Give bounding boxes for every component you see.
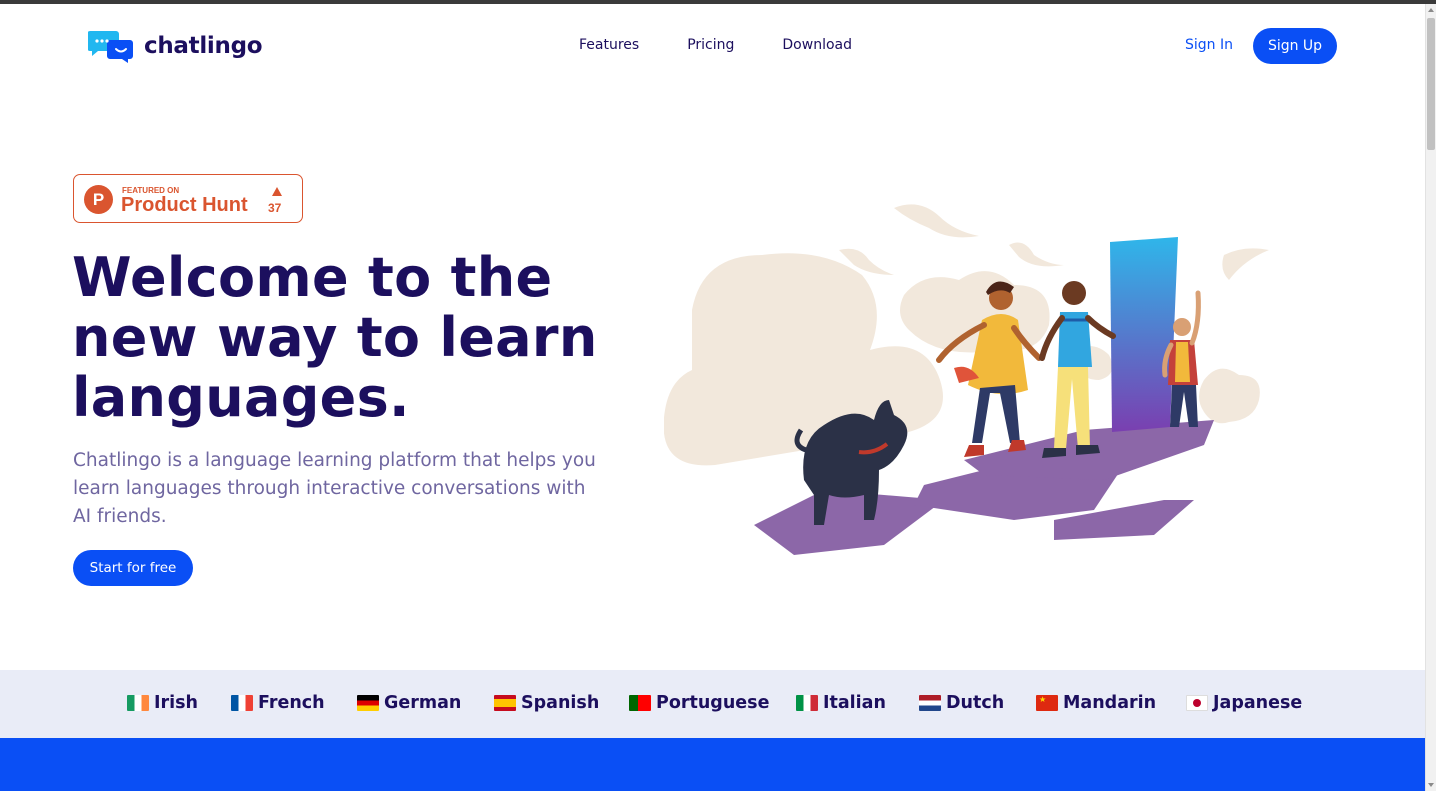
- flag-germany-icon: [357, 695, 379, 711]
- main-nav: Features Pricing Download: [579, 37, 852, 53]
- scroll-up-arrow-icon[interactable]: [1428, 8, 1434, 12]
- language-item-spanish[interactable]: Spanish: [494, 693, 599, 713]
- nav-pricing-link[interactable]: Pricing: [687, 37, 734, 53]
- language-label: Portuguese: [656, 693, 770, 713]
- language-label: Dutch: [946, 693, 1005, 713]
- language-item-mandarin[interactable]: ★ Mandarin: [1036, 693, 1156, 713]
- portal-door: [1110, 237, 1178, 432]
- scrollbar-thumb[interactable]: [1427, 18, 1435, 150]
- product-hunt-logo-icon: P: [84, 185, 113, 214]
- flag-china-icon: ★: [1036, 695, 1058, 711]
- features-section-top: [0, 738, 1425, 791]
- scroll-down-arrow-icon[interactable]: [1428, 783, 1434, 787]
- nav-download-link[interactable]: Download: [782, 37, 852, 53]
- language-item-german[interactable]: German: [357, 693, 461, 713]
- language-item-portuguese[interactable]: Portuguese: [629, 693, 769, 713]
- hero-illustration: [664, 204, 1269, 555]
- flag-france-icon: [231, 695, 253, 711]
- start-for-free-button[interactable]: Start for free: [73, 550, 193, 586]
- nav-features-link[interactable]: Features: [579, 37, 639, 53]
- brand-logo[interactable]: chatlingo: [88, 28, 263, 64]
- product-hunt-name: Product Hunt: [121, 194, 248, 216]
- language-item-irish[interactable]: Irish: [127, 693, 198, 713]
- flag-italy-icon: [796, 695, 818, 711]
- flag-spain-icon: [494, 695, 516, 711]
- language-label: French: [258, 693, 325, 713]
- language-item-japanese[interactable]: Japanese: [1186, 693, 1302, 713]
- languages-bar: Irish French German Spanish Portuguese I…: [0, 670, 1425, 738]
- brand-name: chatlingo: [144, 33, 263, 59]
- language-item-italian[interactable]: Italian: [796, 693, 886, 713]
- flag-netherlands-icon: [919, 695, 941, 711]
- flag-portugal-icon: [629, 695, 651, 711]
- language-label: Japanese: [1213, 693, 1303, 713]
- window-top-border: [0, 0, 1436, 4]
- language-label: German: [384, 693, 462, 713]
- language-item-dutch[interactable]: Dutch: [919, 693, 1004, 713]
- product-hunt-badge[interactable]: P FEATURED ON Product Hunt 37: [73, 174, 303, 223]
- language-label: Irish: [154, 693, 199, 713]
- sign-up-button[interactable]: Sign Up: [1253, 28, 1337, 64]
- language-label: Spanish: [521, 693, 600, 713]
- flag-japan-icon: [1186, 695, 1208, 711]
- upvote-count: 37: [268, 201, 282, 215]
- page-scrollbar[interactable]: [1425, 4, 1436, 791]
- chat-bubbles-logo-icon: [88, 31, 133, 63]
- upvote-arrow-icon: [272, 187, 282, 196]
- flag-ireland-icon: [127, 695, 149, 711]
- hero-title: Welcome to the new way to learn language…: [72, 246, 598, 429]
- hero-description: Chatlingo is a language learning platfor…: [73, 450, 596, 527]
- language-label: Italian: [823, 693, 886, 713]
- language-label: Mandarin: [1063, 693, 1157, 713]
- language-item-french[interactable]: French: [231, 693, 325, 713]
- sign-in-link[interactable]: Sign In: [1185, 37, 1233, 53]
